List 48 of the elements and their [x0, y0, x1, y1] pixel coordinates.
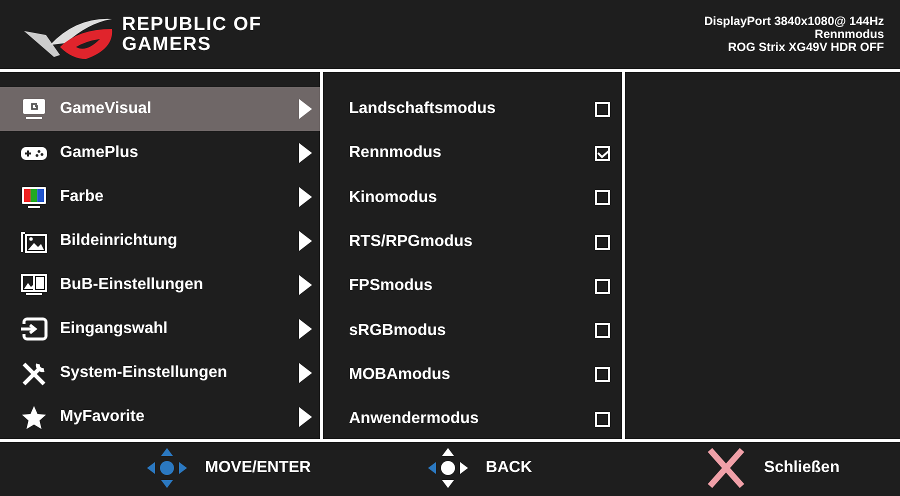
split-screen-icon [20, 272, 48, 298]
arrow-right-icon [298, 187, 312, 207]
arrow-right-icon [298, 99, 312, 119]
monitor-icon [20, 96, 48, 122]
menu-item[interactable]: Farbe [0, 175, 320, 219]
checkbox[interactable] [595, 234, 610, 250]
mode-label: RTS/RPGmodus [349, 232, 474, 252]
checkbox[interactable] [595, 412, 610, 427]
mode-label: Rennmodus [349, 143, 442, 164]
checkbox[interactable] [595, 190, 610, 206]
dpad-icon [426, 448, 470, 488]
tools-icon [20, 360, 48, 386]
hint-label: Schließen [764, 458, 840, 478]
status-text: ROG Strix XG49V HDR OFF [726, 41, 884, 54]
status-text: DisplayPort 3840x1080@ 144Hz [704, 15, 884, 28]
arrow-right-icon [298, 407, 312, 427]
checkbox[interactable] [595, 102, 610, 117]
menu-item[interactable]: System-Einstellungen [0, 351, 320, 395]
mode-label: Kinomodus [349, 188, 438, 208]
star-icon [20, 404, 48, 430]
input-icon [20, 316, 48, 342]
checkbox[interactable] [595, 367, 610, 382]
mode-label: Anwendermodus [349, 409, 480, 430]
menu-item[interactable]: GamePlus [0, 131, 320, 175]
brand-name: GAMERS [122, 34, 212, 54]
menu-item[interactable]: Bildeinrichtung [0, 219, 320, 263]
checkbox[interactable] [595, 278, 610, 294]
checkbox[interactable] [595, 146, 610, 161]
menu-item[interactable]: MyFavorite [0, 395, 320, 439]
mode-label: FPSmodus [349, 276, 434, 296]
arrow-right-icon [298, 363, 312, 383]
mode-label: sRGBmodus [349, 320, 447, 341]
arrow-right-icon [298, 275, 312, 295]
checkbox[interactable] [595, 323, 610, 338]
brand-name: REPUBLIC OF [122, 14, 262, 34]
hint-label: MOVE/ENTER [205, 458, 311, 478]
dpad-icon [145, 448, 189, 488]
arrow-right-icon [298, 231, 312, 251]
arrow-right-icon [298, 319, 312, 339]
menu-item[interactable]: GameVisual [0, 87, 320, 131]
monitor-icon [20, 184, 48, 210]
status-text: Rennmodus [814, 28, 884, 41]
hint-label: BACK [486, 458, 532, 478]
mode-label: Landschaftsmodus [349, 99, 497, 120]
arrow-right-icon [298, 143, 312, 163]
mode-label: MOBAmodus [349, 364, 452, 385]
menu-item[interactable]: Eingangswahl [0, 307, 320, 351]
menu-item[interactable]: BuB-Einstellungen [0, 263, 320, 307]
